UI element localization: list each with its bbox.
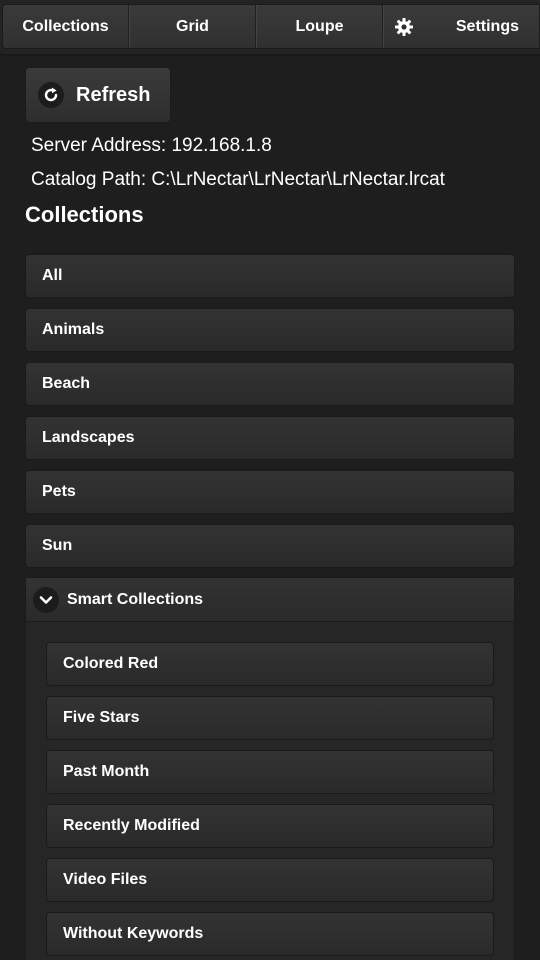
top-bar: Collections Grid Loupe Settings [0,0,540,56]
smart-item-label: Colored Red [63,655,159,672]
refresh-label: Refresh [76,83,151,106]
collections-title: Collections [25,202,144,227]
refresh-button[interactable]: Refresh [25,67,171,123]
nav-collections-button[interactable]: Collections [3,5,129,48]
collection-item-beach[interactable]: Beach [25,362,515,406]
collection-label: Animals [42,321,105,338]
smart-item-video-files[interactable]: Video Files [46,858,494,902]
collection-label: Pets [42,483,76,500]
collection-label: Landscapes [42,429,135,446]
collection-item-landscapes[interactable]: Landscapes [25,416,515,460]
nav-settings-button[interactable]: Settings [383,5,539,48]
collection-item-pets[interactable]: Pets [25,470,515,514]
smart-item-past-month[interactable]: Past Month [46,750,494,794]
smart-item-five-stars[interactable]: Five Stars [46,696,494,740]
smart-collections-header[interactable]: Smart Collections [26,578,514,622]
smart-item-label: Recently Modified [63,817,200,834]
collection-label: All [42,267,63,284]
nav-loupe-label: Loupe [295,17,344,35]
gear-icon [394,17,414,37]
smart-item-label: Without Keywords [63,925,204,942]
nav-grid-label: Grid [176,17,209,35]
nav-bar: Collections Grid Loupe Settings [2,4,540,49]
smart-item-recently-modified[interactable]: Recently Modified [46,804,494,848]
smart-collections-group: Smart Collections Colored Red Five Stars… [25,577,515,960]
collection-item-animals[interactable]: Animals [25,308,515,352]
collection-item-sun[interactable]: Sun [25,524,515,568]
server-address: Server Address: 192.168.1.8 [31,135,272,156]
smart-collections-list: Colored Red Five Stars Past Month Recent… [26,622,514,956]
collection-label: Sun [42,537,73,554]
collection-label: Beach [42,375,91,392]
smart-item-label: Past Month [63,763,150,780]
smart-item-label: Five Stars [63,709,140,726]
refresh-icon [38,82,64,108]
chevron-down-icon [33,586,59,613]
collections-list: All Animals Beach Landscapes Pets Sun [25,254,515,578]
catalog-path: Catalog Path: C:\LrNectar\LrNectar\LrNec… [31,169,445,190]
smart-item-without-keywords[interactable]: Without Keywords [46,912,494,956]
smart-item-colored-red[interactable]: Colored Red [46,642,494,686]
nav-collections-label: Collections [22,17,109,35]
nav-settings-label: Settings [455,17,519,35]
smart-collections-label: Smart Collections [67,590,204,608]
nav-grid-button[interactable]: Grid [129,5,256,48]
smart-item-label: Video Files [63,871,148,888]
collection-item-all[interactable]: All [25,254,515,298]
nav-loupe-button[interactable]: Loupe [256,5,383,48]
